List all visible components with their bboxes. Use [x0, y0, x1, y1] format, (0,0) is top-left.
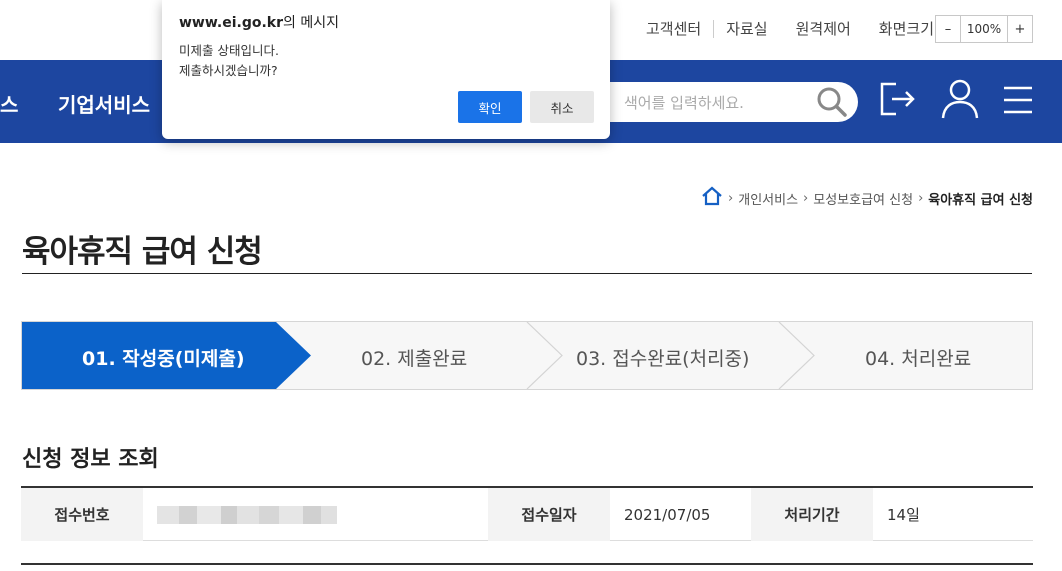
- page-title: 육아휴직 급여 신청: [22, 234, 263, 270]
- dialog-title: www.ei.go.kr의 메시지: [179, 12, 339, 32]
- dialog-site: www.ei.go.kr: [179, 15, 284, 31]
- search-input[interactable]: 색어를 입력하세요.: [624, 92, 744, 113]
- dialog-ok-button[interactable]: 확인: [458, 91, 522, 123]
- info-table: 접수번호 접수일자 2021/07/05 처리기간 14일: [21, 486, 1033, 541]
- breadcrumb-item[interactable]: 모성보호급여 신청: [813, 189, 913, 208]
- step-4: 04. 처리완료: [865, 348, 972, 370]
- label-screen-size: 화면크기: [878, 20, 934, 38]
- link-data-room[interactable]: 자료실: [726, 18, 767, 39]
- nav-item-business-services[interactable]: 기업서비스: [58, 89, 150, 118]
- user-icon[interactable]: [940, 76, 980, 124]
- zoom-in-button[interactable]: +: [1007, 15, 1033, 43]
- breadcrumb-item[interactable]: 개인서비스: [738, 189, 798, 208]
- zoom-control: – 100% +: [935, 15, 1033, 43]
- confirm-dialog: www.ei.go.kr의 메시지 미제출 상태입니다. 제출하시겠습니까? 확…: [162, 0, 610, 139]
- receipt-date-value: 2021/07/05: [624, 505, 711, 524]
- logout-icon[interactable]: [880, 76, 916, 124]
- step-separator: [778, 322, 815, 389]
- redacted-value: [157, 505, 337, 524]
- bottom-divider: [21, 563, 1033, 565]
- step-separator: [526, 322, 563, 389]
- breadcrumb-current: 육아휴직 급여 신청: [928, 192, 1033, 208]
- title-divider: [22, 273, 1032, 274]
- nav-item-personal-services[interactable]: 스: [0, 89, 18, 118]
- divider: [713, 19, 715, 38]
- dialog-message-line1: 미제출 상태입니다.: [179, 43, 279, 58]
- dialog-cancel-button[interactable]: 취소: [530, 91, 594, 123]
- utility-links: 고객센터 자료실 원격제어 화면크기: [646, 18, 934, 39]
- receipt-date-label: 접수일자: [488, 488, 610, 541]
- receipt-no-label: 접수번호: [21, 488, 143, 541]
- dialog-title-suffix: 의 메시지: [283, 15, 339, 31]
- section-title: 신청 정보 조회: [22, 447, 159, 472]
- menu-icon[interactable]: [1002, 76, 1034, 124]
- search-icon[interactable]: [816, 86, 848, 122]
- receipt-no-value: [143, 488, 488, 541]
- link-customer-center[interactable]: 고객센터: [646, 18, 701, 39]
- step-2: 02. 제출완료: [361, 348, 468, 370]
- dialog-message-line2: 제출하시겠습니까?: [179, 63, 278, 78]
- zoom-value: 100%: [961, 15, 1007, 43]
- step-1: 01. 작성중(미제출): [82, 348, 245, 370]
- zoom-out-button[interactable]: –: [935, 15, 961, 43]
- chevron-right-icon: ›: [803, 190, 809, 206]
- breadcrumb: › 개인서비스 › 모성보호급여 신청 › 육아휴직 급여 신청: [701, 186, 1033, 210]
- period-value: 14일: [887, 506, 920, 524]
- chevron-right-icon: ›: [918, 190, 924, 206]
- home-icon[interactable]: [701, 186, 723, 210]
- chevron-right-icon: ›: [728, 190, 734, 206]
- link-remote-control[interactable]: 원격제어: [796, 18, 851, 39]
- period-label: 처리기간: [751, 488, 873, 541]
- step-3: 03. 접수완료(처리중): [576, 348, 750, 370]
- step-indicator: 01. 작성중(미제출) 02. 제출완료 03. 접수완료(처리중) 04. …: [21, 321, 1033, 390]
